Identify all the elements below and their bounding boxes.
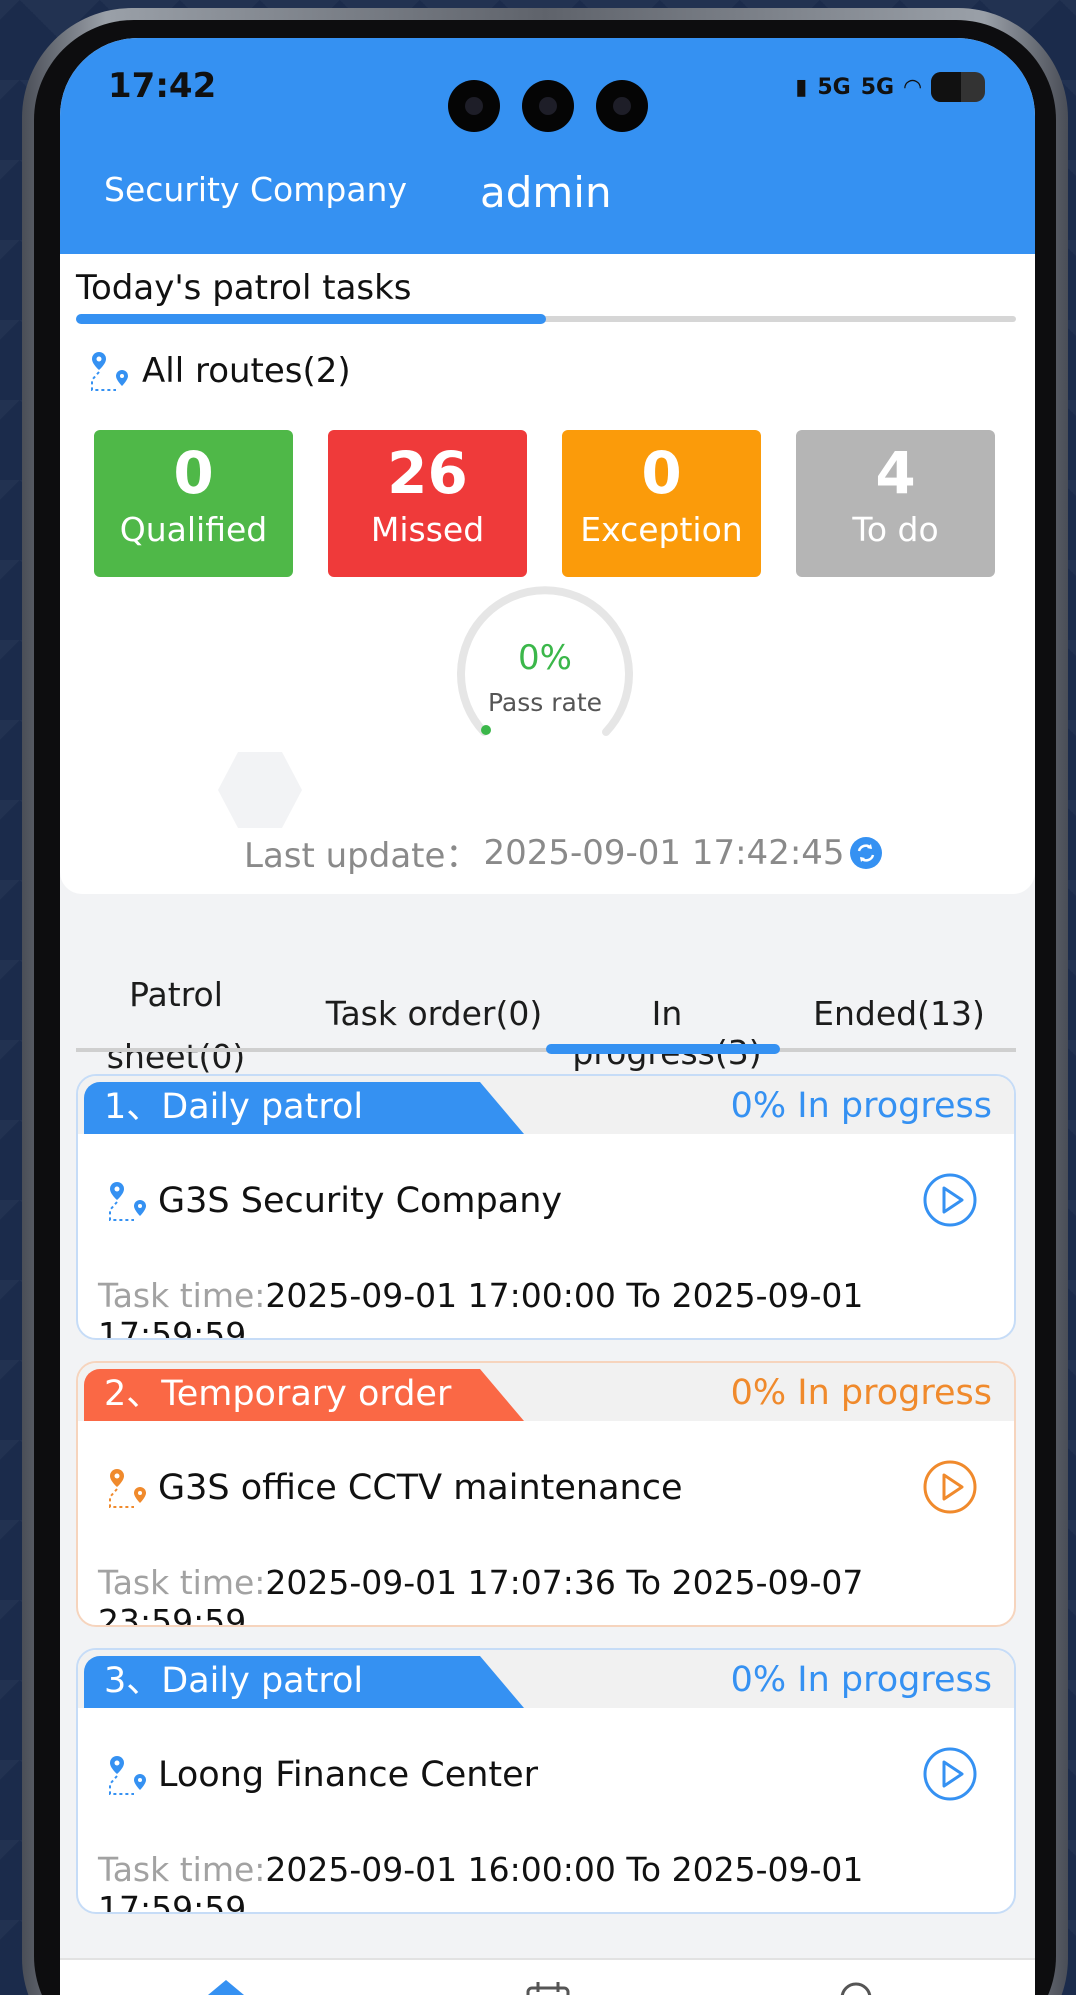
signal-icon: 5G: [817, 74, 851, 100]
all-routes-link[interactable]: All routes(2): [84, 346, 351, 396]
task-name-text: G3S Security Company: [158, 1181, 563, 1221]
stat-value: 4: [875, 439, 916, 507]
last-update-value: 2025-09-01 17:42:45: [483, 832, 845, 873]
task-time-label: Task time:: [98, 1850, 266, 1889]
tabs-active-indicator: [546, 1044, 780, 1054]
stat-label: Qualified: [119, 510, 268, 549]
wifi-icon: ◠: [904, 74, 921, 100]
task-card[interactable]: 1、Daily patrol 0% In progress G3S Securi…: [76, 1074, 1016, 1340]
task-type-tag: 2、Temporary order: [84, 1369, 524, 1421]
route-map-pin-icon: [109, 1756, 146, 1795]
camera-dot: [448, 80, 500, 132]
app-screen: 17:42 ▮ 5G 5G ◠ Security Company admin T…: [60, 38, 1035, 1995]
task-name: Loong Finance Center: [102, 1750, 538, 1800]
summary-card: Today's patrol tasks All routes(2) 0 Qua…: [60, 254, 1035, 894]
status-icons: ▮ 5G 5G ◠: [795, 72, 985, 102]
stat-to-do[interactable]: 4 To do: [796, 430, 995, 577]
user-name: admin: [480, 168, 612, 217]
task-time: Task time:2025-09-01 17:07:36 To 2025-09…: [98, 1563, 1014, 1625]
tab-ended[interactable]: Ended(13): [812, 994, 986, 1033]
task-status: 0% In progress: [730, 1086, 992, 1126]
last-update: Last update： 2025-09-01 17:42:45: [244, 828, 883, 877]
stat-qualified[interactable]: 0 Qualified: [94, 430, 293, 577]
pass-rate-value: 0%: [518, 638, 572, 678]
summary-title: Today's patrol tasks: [76, 268, 412, 308]
play-circle-icon[interactable]: [922, 1459, 978, 1515]
task-type-tag: 3、Daily patrol: [84, 1656, 524, 1708]
summary-progress: [76, 314, 1016, 324]
task-card-header: 3、Daily patrol 0% In progress: [78, 1650, 1014, 1708]
profile-icon[interactable]: [826, 1976, 886, 1995]
battery-icon: [931, 72, 985, 102]
bottom-nav: [60, 1958, 1035, 1995]
vibrate-icon: ▮: [795, 74, 808, 100]
refresh-icon[interactable]: [849, 836, 883, 870]
camera-dot: [596, 80, 648, 132]
task-card-header: 1、Daily patrol 0% In progress: [78, 1076, 1014, 1134]
task-card[interactable]: 3、Daily patrol 0% In progress Loong Fina…: [76, 1648, 1016, 1914]
stat-exception[interactable]: 0 Exception: [562, 430, 761, 577]
stat-value: 26: [387, 439, 468, 507]
task-card[interactable]: 2、Temporary order 0% In progress G3S off…: [76, 1361, 1016, 1627]
task-time: Task time:2025-09-01 17:00:00 To 2025-09…: [98, 1276, 1014, 1338]
route-map-pin-icon: [109, 1182, 146, 1221]
task-name: G3S Security Company: [102, 1176, 562, 1226]
tab-patrol-sheet[interactable]: Patrol sheet(0): [96, 964, 256, 1088]
task-time: Task time:2025-09-01 16:00:00 To 2025-09…: [98, 1850, 1014, 1912]
calendar-icon[interactable]: [518, 1976, 578, 1995]
route-map-pin-icon: [109, 1469, 146, 1508]
camera-dot: [522, 80, 574, 132]
play-circle-icon[interactable]: [922, 1172, 978, 1228]
company-name[interactable]: Security Company: [104, 170, 407, 209]
task-name-text: Loong Finance Center: [158, 1755, 539, 1795]
task-tabs: Patrol sheet(0) Task order(0) In progres…: [60, 908, 1035, 1092]
task-card-header: 2、Temporary order 0% In progress: [78, 1363, 1014, 1421]
home-icon[interactable]: [196, 1976, 256, 1995]
stat-label: To do: [852, 510, 939, 549]
task-name-text: G3S office CCTV maintenance: [158, 1468, 683, 1508]
task-type-tag: 1、Daily patrol: [84, 1082, 524, 1134]
summary-progress-fill: [76, 314, 546, 324]
tab-in-progress[interactable]: In progress(3): [552, 994, 782, 1072]
task-status: 0% In progress: [730, 1660, 992, 1700]
routes-label: All routes(2): [142, 351, 351, 391]
stat-label: Exception: [580, 510, 743, 549]
task-name: G3S office CCTV maintenance: [102, 1463, 683, 1513]
tab-task-order[interactable]: Task order(0): [318, 994, 550, 1033]
app-header: 17:42 ▮ 5G 5G ◠ Security Company admin: [60, 38, 1035, 254]
stat-label: Missed: [370, 510, 485, 549]
stat-value: 0: [173, 439, 214, 507]
last-update-label: Last update：: [244, 836, 480, 876]
status-time: 17:42: [108, 66, 217, 106]
stat-missed[interactable]: 26 Missed: [328, 430, 527, 577]
route-map-pin-icon: [91, 352, 128, 391]
task-time-label: Task time:: [98, 1276, 266, 1315]
pass-rate-gauge: 0% Pass rate: [454, 586, 636, 768]
stat-value: 0: [641, 439, 682, 507]
pass-rate-label: Pass rate: [487, 688, 603, 717]
task-time-label: Task time:: [98, 1563, 266, 1602]
signal-icon: 5G: [860, 74, 895, 100]
hexagon-shape: [218, 752, 302, 828]
play-circle-icon[interactable]: [922, 1746, 978, 1802]
task-status: 0% In progress: [730, 1373, 992, 1413]
